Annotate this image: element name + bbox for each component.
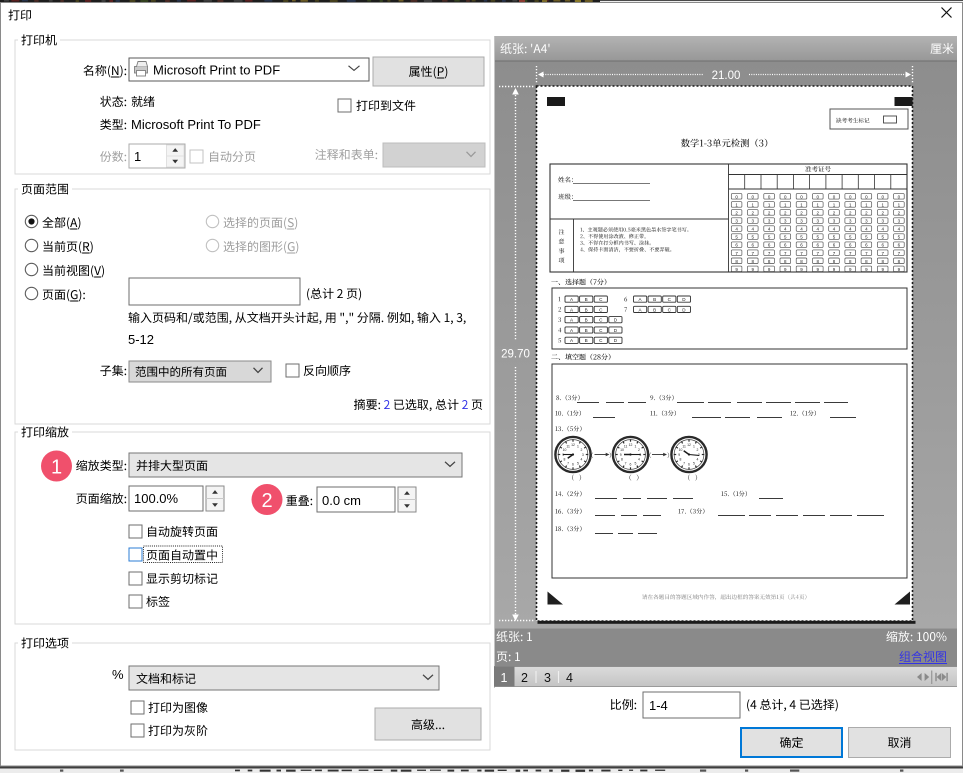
- svg-text:1: 1: [577, 444, 579, 448]
- svg-text:B: B: [585, 328, 588, 333]
- svg-text:10: 10: [563, 448, 567, 452]
- svg-text:B: B: [653, 297, 656, 302]
- svg-text:2: 2: [638, 448, 640, 452]
- svg-text:8: 8: [621, 458, 623, 462]
- svg-text:5: 5: [577, 461, 579, 465]
- svg-text:6: 6: [572, 463, 574, 467]
- svg-text:12: 12: [571, 443, 575, 447]
- svg-text:4: 4: [697, 458, 699, 462]
- svg-text:2: 2: [581, 448, 583, 452]
- svg-text:11: 11: [682, 444, 686, 448]
- svg-text:6: 6: [630, 463, 632, 467]
- svg-text:11: 11: [566, 444, 570, 448]
- svg-text:B: B: [585, 307, 588, 312]
- svg-text:Microsoft Print To PDF: Microsoft Print To PDF: [131, 117, 261, 132]
- svg-text:1: 1: [693, 444, 695, 448]
- svg-text:1: 1: [51, 457, 62, 479]
- svg-text:5-12: 5-12: [128, 332, 154, 347]
- svg-text:B: B: [585, 338, 588, 343]
- svg-text:1: 1: [501, 671, 508, 685]
- svg-text:2: 2: [261, 490, 272, 512]
- svg-text:7: 7: [567, 461, 569, 465]
- svg-text:%: %: [112, 667, 124, 682]
- svg-text:12: 12: [687, 443, 691, 447]
- svg-text:11: 11: [624, 444, 628, 448]
- svg-text:4: 4: [566, 671, 573, 685]
- svg-text:8: 8: [680, 458, 682, 462]
- svg-text:10: 10: [620, 448, 624, 452]
- svg-text:0.0 cm: 0.0 cm: [322, 493, 361, 508]
- svg-text:9: 9: [620, 453, 622, 457]
- svg-text:4: 4: [638, 458, 640, 462]
- svg-text:29.70: 29.70: [501, 349, 530, 361]
- svg-text:Microsoft Print to PDF: Microsoft Print to PDF: [153, 63, 280, 78]
- svg-text:5: 5: [693, 461, 695, 465]
- svg-text:4: 4: [581, 458, 583, 462]
- svg-text:1: 1: [634, 444, 636, 448]
- svg-text:100.0%: 100.0%: [134, 491, 179, 506]
- svg-text:3: 3: [544, 671, 551, 685]
- svg-text:10: 10: [679, 448, 683, 452]
- svg-text:9: 9: [678, 453, 680, 457]
- svg-text:1-4: 1-4: [649, 698, 668, 713]
- svg-text:B: B: [653, 307, 656, 312]
- svg-text:5: 5: [634, 461, 636, 465]
- svg-text:B: B: [585, 297, 588, 302]
- svg-text:21.00: 21.00: [712, 70, 741, 82]
- svg-text:12: 12: [629, 443, 633, 447]
- svg-text:B: B: [585, 318, 588, 323]
- svg-text:8: 8: [564, 458, 566, 462]
- svg-text:1: 1: [134, 149, 141, 164]
- svg-text:6: 6: [688, 463, 690, 467]
- svg-text:2: 2: [521, 671, 528, 685]
- svg-text:3: 3: [582, 453, 584, 457]
- svg-text:7: 7: [683, 461, 685, 465]
- svg-text:7: 7: [625, 461, 627, 465]
- svg-text:2: 2: [697, 448, 699, 452]
